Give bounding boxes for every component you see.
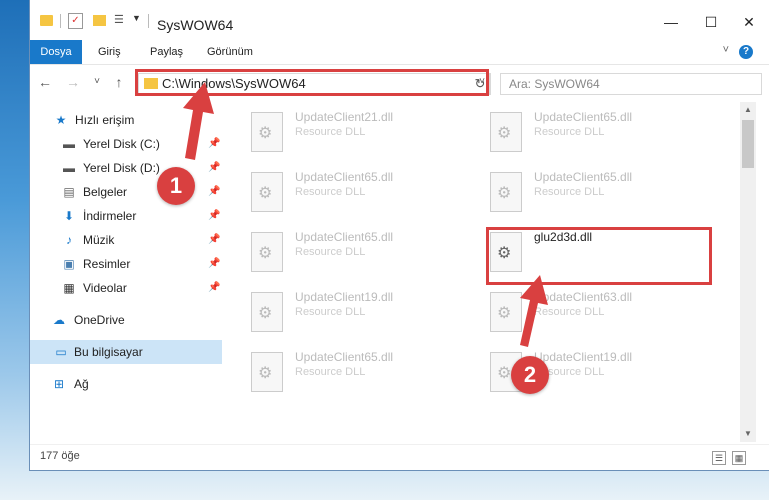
arrow-2: [520, 275, 548, 347]
arrow-1: [183, 82, 214, 160]
step-2-badge: 2: [511, 356, 549, 394]
step-1-badge: 1: [157, 167, 195, 205]
annotation-arrows: [183, 82, 548, 347]
